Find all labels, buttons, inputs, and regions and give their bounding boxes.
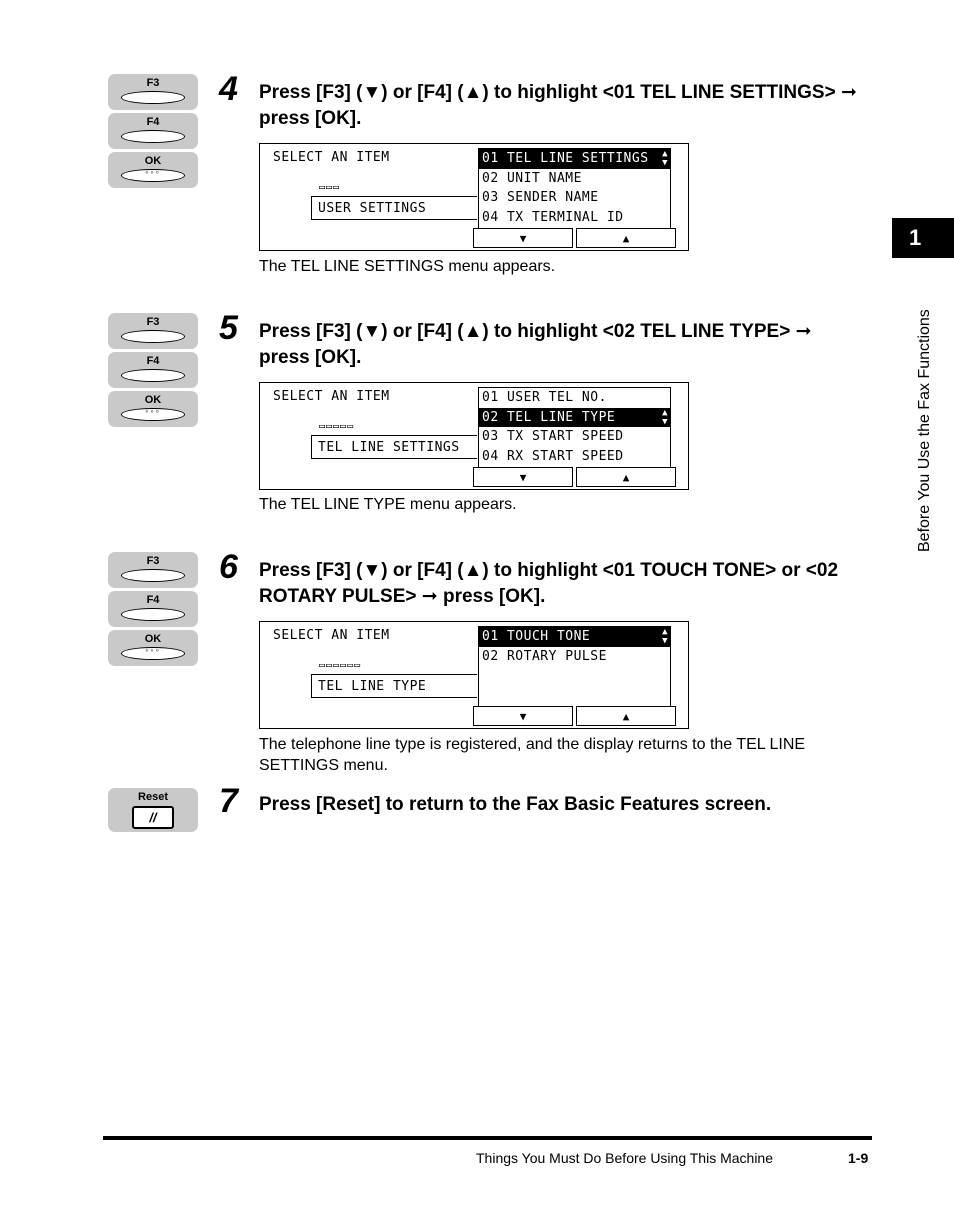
step-5-instruction: Press [F3] (▼) or [F4] (▲) to highlight … xyxy=(259,321,812,368)
ok-key[interactable]: OK ◦◦◦ xyxy=(108,630,198,666)
f3-key[interactable]: F3 xyxy=(108,74,198,110)
lcd-context-label: USER SETTINGS xyxy=(311,196,477,220)
step-4-lcd: SELECT AN ITEM ▭▭▭ USER SETTINGS 01 TEL … xyxy=(259,143,689,251)
lcd-title: SELECT AN ITEM xyxy=(273,628,390,643)
scroll-arrows-icon: ▲ ▼ xyxy=(662,407,668,427)
lcd-context-label: TEL LINE SETTINGS xyxy=(311,435,477,459)
step-4-caption: The TEL LINE SETTINGS menu appears. xyxy=(259,258,556,275)
page-number: 1-9 xyxy=(848,1150,869,1166)
key-pill-icon xyxy=(121,608,185,621)
lcd-down-button[interactable]: ▼ xyxy=(473,706,573,726)
step-6-caption: The telephone line type is registered, a… xyxy=(259,736,806,774)
footer-section-title: Things You Must Do Before Using This Mac… xyxy=(476,1150,774,1166)
reset-icon: // xyxy=(132,806,174,829)
lcd-up-button[interactable]: ▲ xyxy=(576,467,676,487)
lcd-list-item[interactable]: 02 ROTARY PULSE xyxy=(479,647,670,667)
lcd-item-list: 01 TEL LINE SETTINGS ▲ ▼ 02 UNIT NAME 03 … xyxy=(478,148,671,230)
lcd-list-item[interactable]: 04 TX TERMINAL ID xyxy=(479,208,670,228)
step-5-keys: F3 F4 OK ◦◦◦ xyxy=(108,313,198,430)
ok-dots-icon: ◦◦◦ xyxy=(145,406,161,416)
lcd-item-list: 01 USER TEL NO. 02 TEL LINE TYPE ▲ ▼ 03 T… xyxy=(478,387,671,469)
step-4-number: 4 xyxy=(219,70,238,108)
lcd-item-list: 01 TOUCH TONE ▲ ▼ 02 ROTARY PULSE xyxy=(478,626,671,708)
step-5-lcd: SELECT AN ITEM ▭▭▭▭▭ TEL LINE SETTINGS 0… xyxy=(259,382,689,490)
ok-key[interactable]: OK ◦◦◦ xyxy=(108,152,198,188)
lcd-down-button[interactable]: ▼ xyxy=(473,228,573,248)
step-5-caption: The TEL LINE TYPE menu appears. xyxy=(259,496,517,513)
step-5-number: 5 xyxy=(219,309,238,347)
f4-key[interactable]: F4 xyxy=(108,113,198,149)
ok-key-label: OK xyxy=(144,155,162,167)
footer-rule xyxy=(103,1136,872,1140)
lcd-title: SELECT AN ITEM xyxy=(273,150,390,165)
step-7-number: 7 xyxy=(219,782,238,820)
step-4-keys: F3 F4 OK ◦◦◦ xyxy=(108,74,198,191)
f3-key-label: F3 xyxy=(146,316,160,328)
f3-key-label: F3 xyxy=(146,77,160,89)
lcd-list-item[interactable]: 04 RX START SPEED xyxy=(479,447,670,467)
lcd-list-item[interactable]: 03 SENDER NAME xyxy=(479,188,670,208)
lcd-level-indicator: ▭▭▭ xyxy=(319,182,341,193)
key-pill-icon xyxy=(121,369,185,382)
lcd-up-button[interactable]: ▲ xyxy=(576,228,676,248)
f3-key[interactable]: F3 xyxy=(108,313,198,349)
scroll-arrows-icon: ▲ ▼ xyxy=(662,149,668,168)
lcd-up-button[interactable]: ▲ xyxy=(576,706,676,726)
step-6-lcd: SELECT AN ITEM ▭▭▭▭▭▭ TEL LINE TYPE 01 T… xyxy=(259,621,689,729)
reset-key-label: Reset xyxy=(138,791,168,803)
step-6-number: 6 xyxy=(219,548,238,586)
step-6-instruction: Press [F3] (▼) or [F4] (▲) to highlight … xyxy=(259,560,839,607)
lcd-list-item[interactable]: 01 USER TEL NO. xyxy=(479,388,670,408)
reset-key[interactable]: Reset // xyxy=(108,788,198,832)
step-4-instruction: Press [F3] (▼) or [F4] (▲) to highlight … xyxy=(259,82,857,129)
lcd-level-indicator: ▭▭▭▭▭ xyxy=(319,421,355,432)
ok-dots-icon: ◦◦◦ xyxy=(145,167,161,177)
lcd-context-label: TEL LINE TYPE xyxy=(311,674,477,698)
lcd-list-item[interactable]: 03 TX START SPEED xyxy=(479,427,670,447)
lcd-list-item[interactable]: 02 TEL LINE TYPE ▲ ▼ xyxy=(479,407,670,427)
chapter-side-title: Before You Use the Fax Functions xyxy=(916,309,933,552)
lcd-list-item[interactable]: 02 UNIT NAME xyxy=(479,169,670,189)
ok-key-label: OK xyxy=(144,633,162,645)
key-pill-icon xyxy=(121,91,185,104)
ok-key-label: OK xyxy=(144,394,162,406)
f4-key-label: F4 xyxy=(146,594,160,606)
f3-key-label: F3 xyxy=(146,555,160,567)
f4-key-label: F4 xyxy=(146,355,160,367)
lcd-list-item[interactable]: 01 TOUCH TONE ▲ ▼ xyxy=(479,627,670,647)
ok-dots-icon: ◦◦◦ xyxy=(145,645,161,655)
scroll-arrows-icon: ▲ ▼ xyxy=(662,627,668,646)
step-7-keys: Reset // xyxy=(108,788,198,835)
step-6-keys: F3 F4 OK ◦◦◦ xyxy=(108,552,198,669)
step-7-instruction: Press [Reset] to return to the Fax Basic… xyxy=(259,794,772,815)
key-pill-icon xyxy=(121,330,185,343)
lcd-down-button[interactable]: ▼ xyxy=(473,467,573,487)
f3-key[interactable]: F3 xyxy=(108,552,198,588)
f4-key-label: F4 xyxy=(146,116,160,128)
f4-key[interactable]: F4 xyxy=(108,591,198,627)
ok-key[interactable]: OK ◦◦◦ xyxy=(108,391,198,427)
lcd-level-indicator: ▭▭▭▭▭▭ xyxy=(319,660,362,671)
f4-key[interactable]: F4 xyxy=(108,352,198,388)
key-pill-icon xyxy=(121,130,185,143)
lcd-list-item[interactable]: 01 TEL LINE SETTINGS ▲ ▼ xyxy=(479,149,670,169)
key-pill-icon xyxy=(121,569,185,582)
lcd-title: SELECT AN ITEM xyxy=(273,389,390,404)
